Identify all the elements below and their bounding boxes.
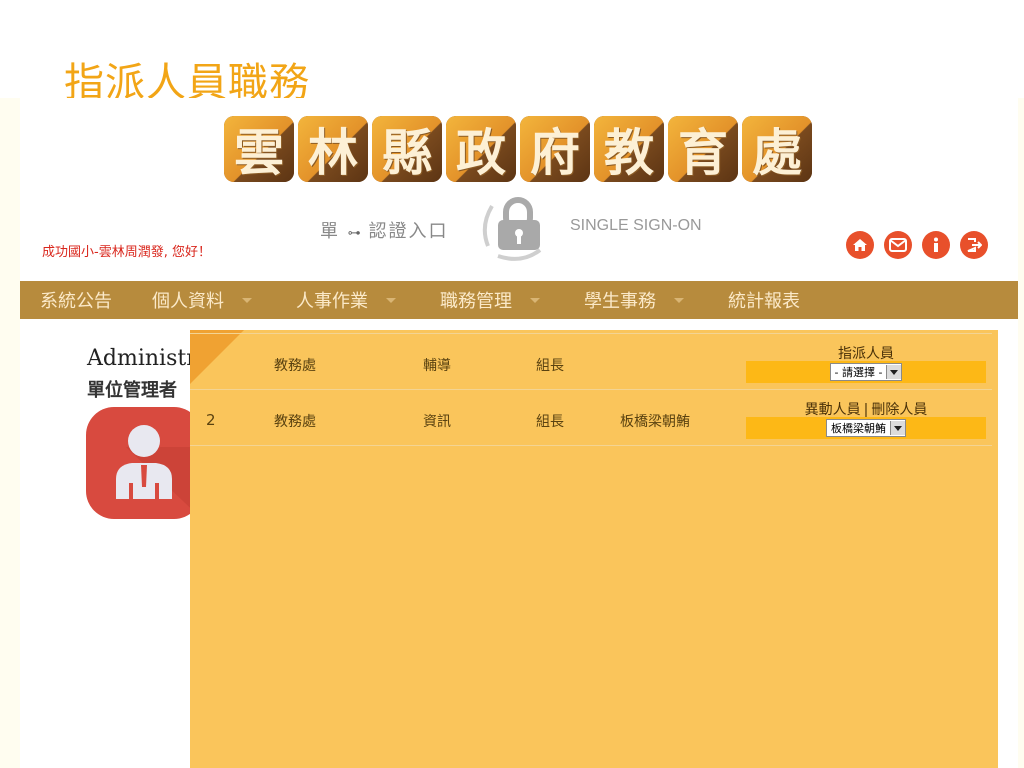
logo-tile: 處 [742, 116, 812, 182]
nav-label: 統計報表 [728, 291, 800, 312]
sso-prefix: 單 [320, 221, 340, 242]
action-links: 指派人員 [746, 343, 986, 362]
select-value: 板橋梁朝鮪 [831, 422, 886, 435]
user-greeting: 成功國小-雲林周潤發, 您好！ [42, 245, 211, 260]
nav-label: 個人資料 [152, 291, 224, 312]
avatar [86, 407, 202, 519]
chevron-down-icon [386, 297, 396, 303]
logo-char: 雲 [234, 123, 284, 182]
main-nav: 系統公告 個人資料 人事作業 職務管理 學生事務 統計報表 [20, 281, 1018, 319]
key-icon: ⊶ [347, 226, 361, 241]
nav-item-personnel[interactable]: 人事作業 [296, 287, 396, 313]
logo-tile: 雲 [224, 116, 294, 182]
row-title: 組長 [536, 414, 564, 430]
user-icon [116, 425, 202, 519]
sso-suffix: 認證入口 [368, 221, 449, 242]
top-icon-bar [846, 231, 988, 259]
nav-label: 人事作業 [296, 291, 368, 312]
row-department: 教務處 [274, 414, 316, 430]
action-links: 異動人員 | 刪除人員 [746, 399, 986, 418]
nav-label: 系統公告 [40, 291, 112, 312]
row-actions: 異動人員 | 刪除人員 板橋梁朝鮪 [746, 399, 986, 439]
bureau-logo: 雲 林 縣 政 府 教 育 處 [224, 116, 812, 182]
delete-person-link[interactable]: 刪除人員 [871, 402, 927, 418]
row-number: 2 [206, 411, 216, 429]
chevron-down-icon [242, 297, 252, 303]
logo-tile: 林 [298, 116, 368, 182]
nav-item-reports[interactable]: 統計報表 [728, 287, 800, 313]
info-icon[interactable] [922, 231, 950, 259]
nav-item-profile[interactable]: 個人資料 [152, 287, 252, 313]
logo-tile: 教 [594, 116, 664, 182]
person-select[interactable]: - 請選擇 - [829, 363, 903, 381]
select-bar: 板橋梁朝鮪 [746, 417, 986, 439]
nav-item-announcements[interactable]: 系統公告 [40, 287, 112, 313]
chevron-down-icon [674, 297, 684, 303]
logout-icon[interactable] [960, 231, 988, 259]
logo-char: 林 [308, 123, 358, 182]
logo-tile: 政 [446, 116, 516, 182]
logo-tile: 縣 [372, 116, 442, 182]
lock-icon [482, 197, 542, 261]
row-person: 板橋梁朝鮪 [620, 414, 690, 430]
table-row: 教務處 輔導 組長 指派人員 - 請選擇 - [190, 333, 992, 389]
row-group: 輔導 [423, 358, 451, 374]
logo-char: 府 [530, 123, 580, 182]
select-bar: - 請選擇 - [746, 361, 986, 383]
home-icon[interactable] [846, 231, 874, 259]
profile-role: 單位管理者 [87, 380, 177, 401]
sso-title-en: SINGLE SIGN-ON [570, 217, 702, 234]
nav-item-students[interactable]: 學生事務 [584, 287, 684, 313]
table-row: 2 教務處 資訊 組長 板橋梁朝鮪 異動人員 | 刪除人員 板橋梁朝鮪 [190, 389, 992, 446]
chevron-down-icon [890, 421, 905, 435]
change-person-link[interactable]: 異動人員 [805, 402, 861, 418]
logo-char: 育 [678, 123, 728, 182]
nav-item-duties[interactable]: 職務管理 [440, 287, 540, 313]
nav-label: 學生事務 [584, 291, 656, 312]
assign-person-link[interactable]: 指派人員 [838, 346, 894, 362]
select-value: - 請選擇 - [834, 366, 883, 379]
chevron-down-icon [886, 365, 902, 379]
chevron-down-icon [530, 297, 540, 303]
row-department: 教務處 [274, 358, 316, 374]
logo-char: 處 [752, 123, 802, 182]
logo-tile: 育 [668, 116, 738, 182]
row-actions: 指派人員 - 請選擇 - [746, 343, 986, 383]
row-group: 資訊 [423, 414, 451, 430]
row-title: 組長 [536, 358, 564, 374]
logo-char: 縣 [382, 123, 432, 182]
separator: | [863, 402, 869, 418]
logo-char: 教 [604, 123, 654, 182]
sso-title-cn: 單 ⊶ 認證入口 [320, 217, 448, 243]
mail-icon[interactable] [884, 231, 912, 259]
nav-label: 職務管理 [440, 291, 512, 312]
logo-tile: 府 [520, 116, 590, 182]
logo-char: 政 [456, 123, 506, 182]
person-select[interactable]: 板橋梁朝鮪 [826, 419, 906, 437]
